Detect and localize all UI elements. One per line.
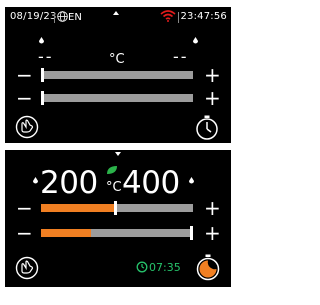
status-divider [54, 12, 55, 23]
right-setpoint-value[interactable]: -- [173, 47, 189, 66]
globe-icon [57, 11, 68, 22]
droplet-icon [33, 177, 38, 184]
time-display: 23:47:56 [180, 11, 227, 22]
slider-track[interactable] [41, 68, 193, 82]
slider-handle[interactable] [41, 68, 44, 82]
droplet-icon [193, 37, 198, 44]
caret-up-icon[interactable] [113, 11, 119, 15]
top-control-panel: 08/19/23 EN 23:47:56 -- °C -- − + − + [5, 7, 231, 143]
slider-handle[interactable] [113, 201, 117, 215]
language-selector[interactable]: EN [57, 11, 82, 23]
droplet-icon [189, 177, 194, 184]
temperature-unit: °C [109, 52, 125, 67]
right-temperature-value[interactable]: 400 [122, 165, 180, 201]
increase-button[interactable]: + [204, 88, 221, 108]
date-display: 08/19/23 [10, 11, 57, 22]
temperature-unit: °C [106, 180, 122, 195]
slider-track[interactable] [41, 91, 193, 105]
left-temperature-value[interactable]: 200 [40, 165, 98, 201]
left-setpoint-value[interactable]: -- [38, 47, 54, 66]
leaf-icon [107, 166, 117, 174]
increase-button[interactable]: + [204, 223, 221, 243]
slider-fill [41, 229, 92, 237]
language-label: EN [68, 12, 82, 23]
slider-end-marker [190, 226, 193, 240]
hand-icon[interactable] [15, 115, 39, 139]
decrease-button[interactable]: − [16, 88, 33, 108]
slider-handle[interactable] [41, 91, 44, 105]
decrease-button[interactable]: − [16, 198, 33, 218]
wifi-icon [160, 10, 176, 22]
decrease-button[interactable]: − [16, 223, 33, 243]
slider-fill [41, 204, 116, 212]
slider-track[interactable] [41, 201, 193, 215]
hand-icon[interactable] [15, 256, 39, 280]
droplet-icon [39, 37, 44, 44]
status-divider [178, 12, 179, 23]
caret-down-icon[interactable] [115, 152, 121, 156]
stopwatch-icon[interactable] [195, 115, 219, 141]
clock-icon [136, 261, 148, 273]
moon-icon[interactable] [195, 254, 221, 282]
slider-track[interactable] [41, 226, 193, 240]
timer-display: 07:35 [149, 261, 181, 274]
status-bar: 08/19/23 EN 23:47:56 [5, 7, 231, 29]
increase-button[interactable]: + [204, 198, 221, 218]
decrease-button[interactable]: − [16, 65, 33, 85]
increase-button[interactable]: + [204, 65, 221, 85]
bottom-control-panel: 200 °C 400 − + − + 07:35 [5, 150, 231, 287]
